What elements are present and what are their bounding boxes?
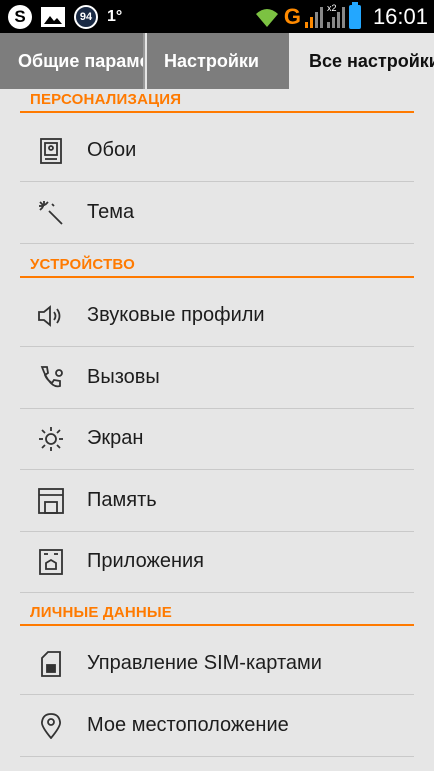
status-bar: S 94 1° G x2 16:01 <box>0 0 434 33</box>
magic-wand-icon <box>38 200 64 226</box>
wallpaper-icon <box>38 138 64 164</box>
section-title: УСТРОЙСТВО <box>30 256 135 273</box>
notification-badge: 94 <box>74 4 98 29</box>
settings-item-label: Обои <box>87 139 137 161</box>
storage-icon <box>38 488 64 514</box>
gallery-notification-icon <box>41 6 65 27</box>
settings-item-apps[interactable]: Приложения <box>20 531 414 593</box>
settings-item-theme[interactable]: Тема <box>20 182 414 244</box>
temperature-text: 1° <box>107 7 123 25</box>
signal-strength-icon <box>304 6 323 28</box>
settings-item-label: Звуковые профили <box>87 304 265 326</box>
phone-settings-icon <box>38 365 64 391</box>
settings-item-wallpaper[interactable]: Обои <box>20 120 414 182</box>
location-pin-icon <box>38 713 64 739</box>
settings-item-location[interactable]: Мое местоположение <box>20 695 414 757</box>
settings-item-label: Управление SIM-картами <box>87 652 322 674</box>
tab-all-settings[interactable]: Все настройки <box>290 33 434 89</box>
clock-text: 16:01 <box>372 3 428 29</box>
settings-item-label: Приложения <box>87 550 205 572</box>
signal-strength-secondary-icon: x2 <box>326 2 345 28</box>
section-header-personal: ЛИЧНЫЕ ДАННЫЕ <box>20 602 414 626</box>
settings-item-label: Тема <box>87 201 135 223</box>
settings-item-sound-profiles[interactable]: Звуковые профили <box>20 285 414 347</box>
tab-general[interactable]: Общие параметры <box>0 33 145 89</box>
apps-icon <box>38 549 64 575</box>
speaker-icon <box>38 303 64 329</box>
tab-settings[interactable]: Настройки <box>147 33 289 89</box>
settings-item-label: Вызовы <box>87 366 160 388</box>
tab-bar: Общие параметры Настройки Все настройки <box>0 33 434 89</box>
section-header-device: УСТРОЙСТВО <box>20 254 414 278</box>
sim-indicator-text: x2 <box>326 2 337 13</box>
battery-icon <box>348 1 361 29</box>
settings-item-display[interactable]: Экран <box>20 408 414 470</box>
settings-item-label: Память <box>87 489 157 511</box>
settings-item-storage[interactable]: Память <box>20 470 414 532</box>
section-header-personalization: ПЕРСОНАЛИЗАЦИЯ <box>20 89 414 113</box>
settings-item-calls[interactable]: Вызовы <box>20 347 414 409</box>
brightness-icon <box>38 426 64 452</box>
settings-item-label: Экран <box>87 427 144 449</box>
settings-item-label: Мое местоположение <box>87 714 289 736</box>
section-title: ПЕРСОНАЛИЗАЦИЯ <box>30 91 182 108</box>
skype-icon: S <box>8 4 32 29</box>
section-title: ЛИЧНЫЕ ДАННЫЕ <box>30 604 173 621</box>
sim-card-icon <box>38 651 64 677</box>
wifi-icon <box>254 6 280 28</box>
settings-item-sim-management[interactable]: Управление SIM-картами <box>20 633 414 695</box>
network-type-text: G <box>283 3 301 29</box>
